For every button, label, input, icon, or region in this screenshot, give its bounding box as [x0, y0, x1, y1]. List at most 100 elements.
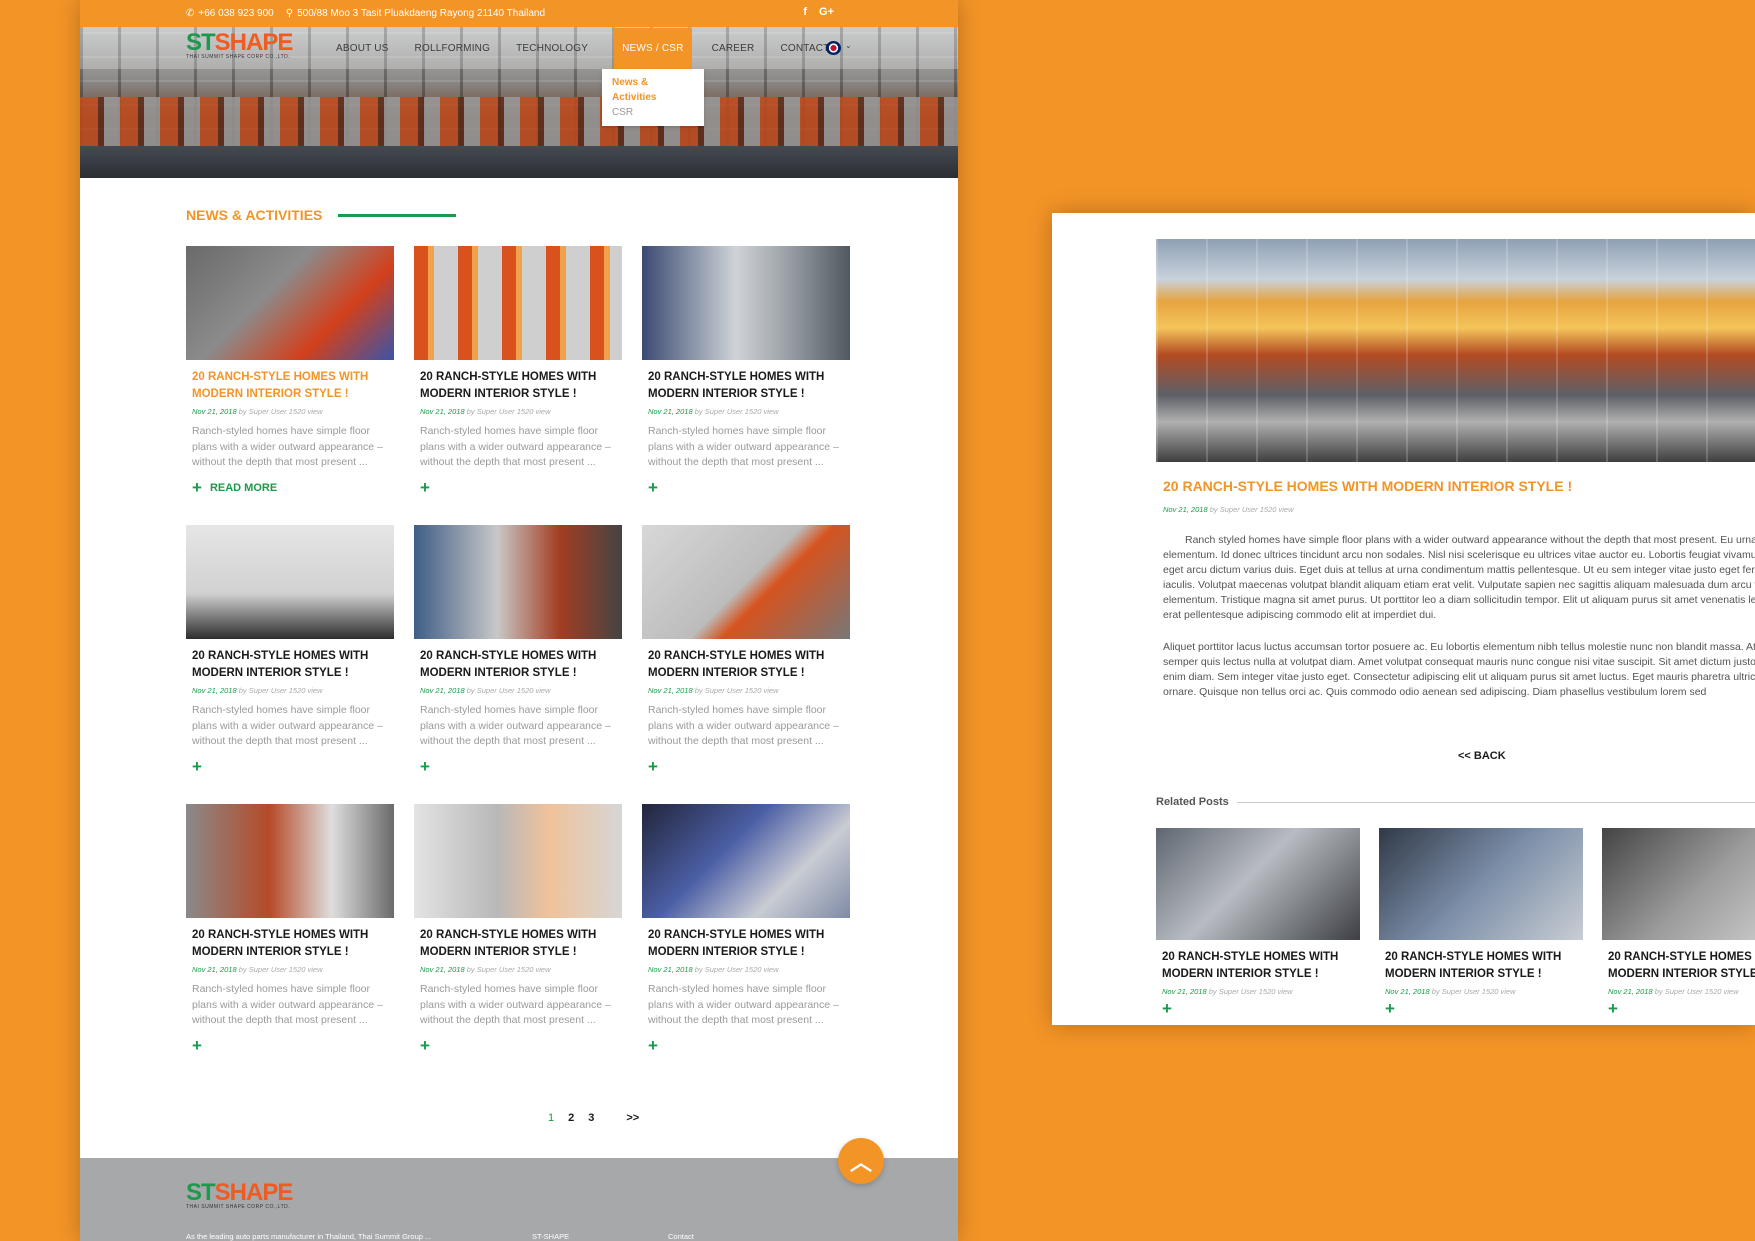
related-card[interactable]: 20 RANCH-STYLE HOMES WITH MODERN INTERIO…	[1156, 828, 1360, 1017]
news-meta: Nov 21, 2018 by Super User 1520 view	[420, 407, 616, 416]
page-2[interactable]: 2	[568, 1112, 574, 1124]
address-text: 500/88 Moo 3 Tasit Pluakdaeng Rayong 211…	[297, 8, 546, 19]
related-posts-heading: Related Posts	[1156, 796, 1755, 808]
news-byline: by Super User 1520 view	[238, 965, 323, 974]
page-1[interactable]: 1	[548, 1112, 554, 1124]
nav-contact[interactable]: CONTACT	[780, 43, 829, 54]
news-byline: by Super User 1520 view	[694, 686, 779, 695]
news-title[interactable]: 20 RANCH-STYLE HOMES WITH MODERN INTERIO…	[648, 369, 844, 403]
related-card[interactable]: 20 RANCH-STYLE HOMES WITH MODERN INTERIO…	[1602, 828, 1755, 1017]
news-thumbnail[interactable]	[414, 804, 622, 918]
footer-logo[interactable]: STSHAPE THAI SUMMIT SHAPE CORP CO.,LTD.	[186, 1179, 294, 1211]
related-title[interactable]: 20 RANCH-STYLE HOMES WITH MODERN INTERIO…	[1385, 949, 1577, 983]
news-thumbnail[interactable]	[642, 804, 850, 918]
plus-icon[interactable]: +	[1162, 1000, 1354, 1017]
main-navbar: STSHAPE THAI SUMMIT SHAPE CORP CO.,LTD. …	[80, 27, 958, 69]
hero-machinery	[80, 97, 958, 147]
logo-st: ST	[186, 29, 216, 56]
read-more-button[interactable]: +	[648, 478, 844, 497]
nav-rollforming[interactable]: ROLLFORMING	[415, 43, 491, 54]
scroll-to-top-button[interactable]: ︿	[838, 1138, 884, 1184]
plus-icon[interactable]: +	[1608, 1000, 1755, 1017]
pagination: 1 2 3 >>	[548, 1112, 639, 1124]
dropdown-news-activities[interactable]: News & Activities	[612, 75, 694, 105]
chevron-down-icon[interactable]: ⌄	[845, 41, 852, 50]
read-more-button[interactable]: +	[420, 479, 616, 496]
news-card[interactable]: 20 RANCH-STYLE HOMES WITH MODERN INTERIO…	[186, 525, 394, 776]
plus-icon[interactable]: +	[1385, 1000, 1577, 1017]
news-thumbnail[interactable]	[414, 246, 622, 360]
news-excerpt: Ranch-styled homes have simple floor pla…	[420, 704, 611, 747]
news-thumbnail[interactable]	[642, 246, 850, 360]
news-thumbnail[interactable]	[414, 525, 622, 639]
detail-hero-image	[1156, 239, 1755, 462]
news-thumbnail[interactable]	[186, 804, 394, 918]
news-byline: by Super User 1520 view	[466, 407, 551, 416]
related-divider	[1236, 801, 1755, 803]
nav-about-us[interactable]: ABOUT US	[336, 43, 389, 54]
plus-icon: +	[192, 757, 202, 776]
news-title[interactable]: 20 RANCH-STYLE HOMES WITH MODERN INTERIO…	[648, 927, 844, 961]
section-heading: NEWS & ACTIVITIES	[186, 207, 457, 223]
site-logo[interactable]: STSHAPE THAI SUMMIT SHAPE CORP CO.,LTD.	[186, 29, 293, 61]
news-title[interactable]: 20 RANCH-STYLE HOMES WITH MODERN INTERIO…	[192, 369, 388, 403]
dropdown-csr[interactable]: CSR	[612, 105, 694, 120]
news-meta: Nov 21, 2018 by Super User 1520 view	[192, 407, 388, 416]
facebook-icon[interactable]: f	[803, 6, 807, 18]
related-title[interactable]: 20 RANCH-STYLE HOMES WITH MODERN INTERIO…	[1608, 949, 1755, 983]
news-thumbnail[interactable]	[186, 246, 394, 360]
news-title[interactable]: 20 RANCH-STYLE HOMES WITH MODERN INTERIO…	[420, 369, 616, 403]
nav-news-csr[interactable]: NEWS / CSR	[614, 27, 692, 69]
logo-tagline: THAI SUMMIT SHAPE CORP CO.,LTD.	[186, 1204, 291, 1210]
news-excerpt: Ranch-styled homes have simple floor pla…	[648, 983, 839, 1026]
map-pin-icon: ⚲	[285, 8, 294, 19]
read-more-button[interactable]: +	[648, 758, 844, 775]
news-card[interactable]: 20 RANCH-STYLE HOMES WITH MODERN INTERIO…	[414, 804, 622, 1054]
related-thumbnail[interactable]	[1379, 828, 1583, 940]
uk-flag-icon[interactable]	[826, 41, 841, 55]
plus-icon: +	[648, 478, 658, 497]
news-thumbnail[interactable]	[642, 525, 850, 639]
nav-career[interactable]: CAREER	[712, 43, 755, 54]
news-title[interactable]: 20 RANCH-STYLE HOMES WITH MODERN INTERIO…	[648, 648, 844, 682]
back-button[interactable]: << BACK	[1458, 750, 1506, 762]
news-title[interactable]: 20 RANCH-STYLE HOMES WITH MODERN INTERIO…	[420, 927, 616, 961]
news-card[interactable]: 20 RANCH-STYLE HOMES WITH MODERN INTERIO…	[642, 804, 850, 1054]
next-page-button[interactable]: >>	[626, 1112, 639, 1124]
news-excerpt: Ranch-styled homes have simple floor pla…	[420, 425, 611, 468]
news-card[interactable]: 20 RANCH-STYLE HOMES WITH MODERN INTERIO…	[642, 525, 850, 775]
related-title[interactable]: 20 RANCH-STYLE HOMES WITH MODERN INTERIO…	[1162, 949, 1354, 983]
news-card[interactable]: 20 RANCH-STYLE HOMES WITH MODERN INTERIO…	[414, 246, 622, 496]
logo-shape: SHAPE	[214, 1179, 294, 1206]
read-more-button[interactable]: +	[420, 758, 616, 775]
page-3[interactable]: 3	[588, 1112, 594, 1124]
news-title[interactable]: 20 RANCH-STYLE HOMES WITH MODERN INTERIO…	[192, 648, 388, 682]
news-card[interactable]: 20 RANCH-STYLE HOMES WITH MODERN INTERIO…	[186, 804, 394, 1054]
related-byline: by Super User 1520 view	[1654, 987, 1739, 996]
read-more-button[interactable]: +	[192, 757, 388, 776]
news-meta: Nov 21, 2018 by Super User 1520 view	[192, 965, 388, 974]
phone[interactable]: ✆ +66 038 923 900	[186, 8, 274, 19]
news-date: Nov 21, 2018	[192, 965, 237, 974]
related-thumbnail[interactable]	[1602, 828, 1755, 940]
related-card[interactable]: 20 RANCH-STYLE HOMES WITH MODERN INTERIO…	[1379, 828, 1583, 1017]
news-title[interactable]: 20 RANCH-STYLE HOMES WITH MODERN INTERIO…	[192, 927, 388, 961]
related-thumbnail[interactable]	[1156, 828, 1360, 940]
news-title[interactable]: 20 RANCH-STYLE HOMES WITH MODERN INTERIO…	[420, 648, 616, 682]
nav-technology[interactable]: TECHNOLOGY	[516, 43, 588, 54]
news-card[interactable]: 20 RANCH-STYLE HOMES WITH MODERN INTERIO…	[642, 246, 850, 497]
news-meta: Nov 21, 2018 by Super User 1520 view	[192, 686, 388, 695]
news-date: Nov 21, 2018	[648, 686, 693, 695]
read-more-button[interactable]: + READ MORE	[192, 479, 388, 496]
news-card[interactable]: 20 RANCH-STYLE HOMES WITH MODERN INTERIO…	[414, 525, 622, 775]
news-excerpt: Ranch-styled homes have simple floor pla…	[192, 983, 383, 1026]
address: ⚲ 500/88 Moo 3 Tasit Pluakdaeng Rayong 2…	[286, 8, 545, 19]
read-more-button[interactable]: +	[420, 1037, 616, 1054]
read-more-button[interactable]: +	[192, 1037, 388, 1054]
related-meta: Nov 21, 2018 by Super User 1520 view	[1608, 987, 1755, 996]
read-more-button[interactable]: +	[648, 1037, 844, 1054]
google-plus-icon[interactable]: G+	[819, 6, 834, 18]
news-card[interactable]: 20 RANCH-STYLE HOMES WITH MODERN INTERIO…	[186, 246, 394, 496]
related-date: Nov 21, 2018	[1385, 987, 1430, 996]
news-thumbnail[interactable]	[186, 525, 394, 639]
